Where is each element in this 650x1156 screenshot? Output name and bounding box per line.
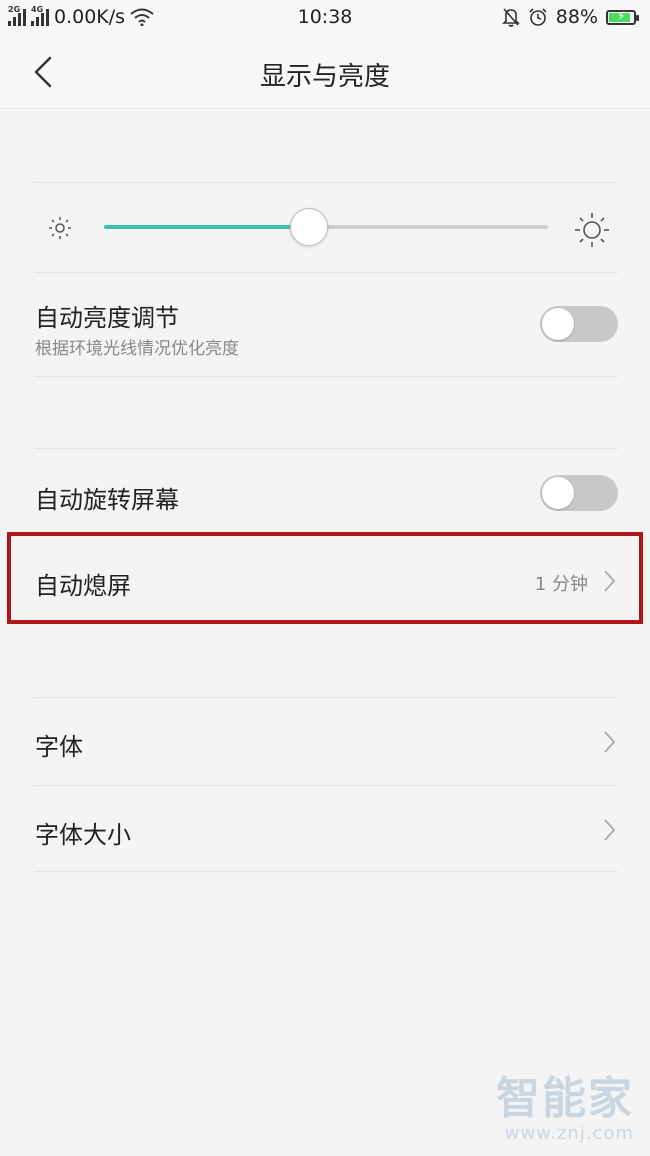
- divider: [34, 272, 618, 273]
- status-right: 88% ⚡: [501, 6, 639, 28]
- auto-brightness-label: 自动亮度调节: [35, 304, 179, 332]
- charging-icon: ⚡: [617, 8, 626, 23]
- watermark-url: www.znj.com: [504, 1123, 634, 1144]
- font-label: 字体: [35, 733, 83, 761]
- battery-percent: 88%: [555, 6, 598, 28]
- sun-large-icon: [575, 213, 609, 247]
- chevron-right-icon: [604, 731, 616, 753]
- auto-brightness-toggle[interactable]: [540, 306, 618, 342]
- divider: [34, 376, 618, 377]
- status-bar: 2G 4G 0.00K/s 10:38 88% ⚡: [0, 0, 650, 36]
- bell-off-icon: [501, 8, 520, 27]
- nav-bar: 显示与亮度: [0, 36, 650, 109]
- toggle-knob: [542, 477, 574, 509]
- chevron-right-icon: [604, 819, 616, 841]
- divider: [34, 182, 618, 183]
- brightness-fill: [104, 225, 309, 229]
- battery-icon: ⚡: [606, 8, 639, 25]
- brightness-thumb[interactable]: [290, 208, 329, 246]
- alarm-icon: [529, 8, 547, 26]
- page-title: 显示与亮度: [259, 62, 390, 92]
- divider: [34, 785, 618, 786]
- auto-brightness-subtitle: 根据环境光线情况优化亮度: [35, 339, 239, 359]
- divider: [34, 697, 618, 698]
- font-size-row[interactable]: 字体大小: [0, 787, 650, 871]
- auto-rotate-row[interactable]: 自动旋转屏幕: [0, 450, 650, 536]
- auto-rotate-label: 自动旋转屏幕: [35, 486, 179, 514]
- divider: [34, 871, 618, 872]
- watermark: 智能家 www.znj.com: [496, 1073, 634, 1145]
- auto-rotate-toggle[interactable]: [540, 475, 618, 511]
- auto-brightness-row[interactable]: 自动亮度调节 根据环境光线情况优化亮度: [0, 274, 650, 376]
- watermark-logo: 智能家: [496, 1073, 634, 1124]
- sun-small-icon: [49, 217, 71, 239]
- toggle-knob: [542, 308, 574, 340]
- font-size-label: 字体大小: [35, 821, 131, 849]
- highlight-box: [7, 532, 643, 624]
- brightness-slider-row: [0, 184, 650, 272]
- divider: [34, 448, 618, 449]
- font-row[interactable]: 字体: [0, 699, 650, 785]
